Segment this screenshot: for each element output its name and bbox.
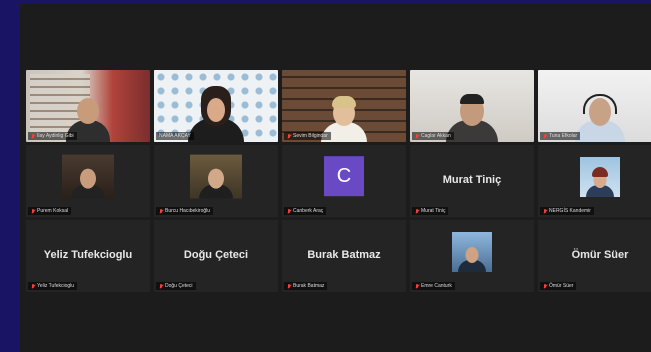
participant-name-label: Ilay Aydinlig Gibi: [28, 132, 77, 140]
participant-tile-14[interactable]: Emre Canturk: [410, 220, 534, 292]
participant-name-label: Tuna Efkolar: [540, 132, 581, 140]
participant-photo: [580, 157, 620, 197]
participant-video: [62, 154, 114, 199]
participant-tile-9[interactable]: Murat Tiniç Murat Tiniç: [410, 145, 534, 217]
participant-display-name: Doğu Çeteci: [183, 248, 249, 261]
participant-tile-4[interactable]: Caglar Akkan: [410, 70, 534, 142]
mic-muted-icon: [31, 208, 35, 214]
participant-tile-6[interactable]: Purem Koksal: [26, 145, 150, 217]
mic-muted-icon: [543, 283, 547, 289]
participant-display-name: Ömür Süer: [571, 248, 629, 261]
mic-muted-icon: [543, 133, 547, 139]
participant-tile-10[interactable]: NERGİS Kandemir: [538, 145, 651, 217]
participant-name-label: Caglar Akkan: [412, 132, 454, 140]
participant-name-label: Canberk Araç: [284, 207, 327, 215]
mic-muted-icon: [159, 283, 163, 289]
participant-name-label: Ömür Süer: [540, 282, 577, 290]
participant-name-label: Yeliz Tufekcioglu: [28, 282, 78, 290]
meeting-window: Ilay Aydinlig Gibi NAMA AKÇAY Sevim Bilg…: [20, 4, 651, 352]
participant-name-label: Emre Canturk: [412, 282, 455, 290]
mic-muted-icon: [415, 283, 419, 289]
participant-name-label: NAMA AKÇAY: [156, 132, 194, 140]
mic-muted-icon: [415, 208, 419, 214]
participant-name-label: Burcu Hacıbekiroğlu: [156, 207, 214, 215]
participant-avatar: C: [324, 156, 364, 197]
participant-name-label: Burak Batmaz: [284, 282, 328, 290]
participant-name-label: NERGİS Kandemir: [540, 207, 594, 215]
participant-tile-15[interactable]: Ömür Süer Ömür Süer: [538, 220, 651, 292]
participant-display-name: Yeliz Tufekcioglu: [43, 248, 133, 261]
mic-muted-icon: [287, 208, 291, 214]
participant-tile-3[interactable]: Sevim Bilgindar: [282, 70, 406, 142]
participant-name-label: Murat Tiniç: [412, 207, 449, 215]
mic-muted-icon: [287, 283, 291, 289]
participant-tile-1[interactable]: Ilay Aydinlig Gibi: [26, 70, 150, 142]
mic-muted-icon: [31, 133, 35, 139]
participant-tile-2[interactable]: NAMA AKÇAY: [154, 70, 278, 142]
mic-muted-icon: [31, 283, 35, 289]
participant-tile-12[interactable]: Doğu Çeteci Doğu Çeteci: [154, 220, 278, 292]
participant-grid: Ilay Aydinlig Gibi NAMA AKÇAY Sevim Bilg…: [26, 70, 651, 292]
participant-photo: [452, 232, 492, 272]
participant-display-name: Murat Tiniç: [442, 173, 502, 186]
participant-name-label: Purem Koksal: [28, 207, 72, 215]
participant-tile-13[interactable]: Burak Batmaz Burak Batmaz: [282, 220, 406, 292]
participant-tile-11[interactable]: Yeliz Tufekcioglu Yeliz Tufekcioglu: [26, 220, 150, 292]
participant-display-name: Burak Batmaz: [307, 248, 381, 261]
participant-video: [190, 154, 242, 199]
mic-muted-icon: [543, 208, 547, 214]
mic-muted-icon: [415, 133, 419, 139]
participant-tile-5[interactable]: Tuna Efkolar: [538, 70, 651, 142]
mic-muted-icon: [159, 208, 163, 214]
participant-tile-7[interactable]: Burcu Hacıbekiroğlu: [154, 145, 278, 217]
participant-tile-8[interactable]: C Canberk Araç: [282, 145, 406, 217]
participant-name-label: Doğu Çeteci: [156, 282, 196, 290]
participant-name-label: Sevim Bilgindar: [284, 132, 331, 140]
mic-muted-icon: [287, 133, 291, 139]
